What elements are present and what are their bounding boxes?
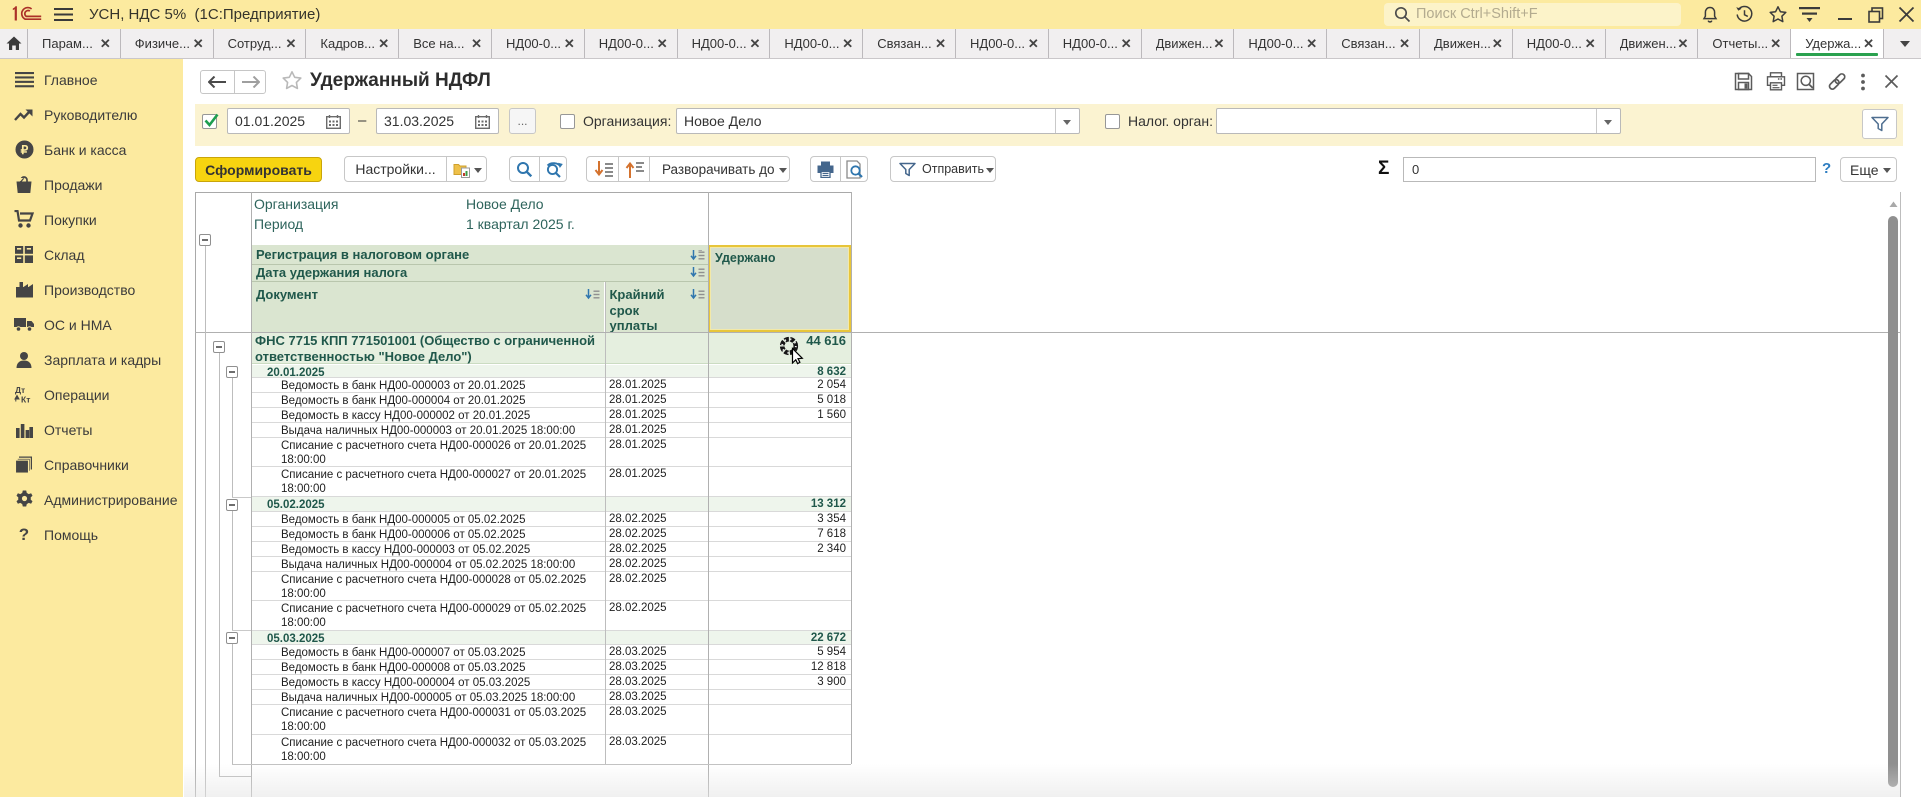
svg-text:₽: ₽ bbox=[20, 143, 28, 157]
svg-text:Дт: Дт bbox=[15, 385, 25, 395]
svg-text:Кт: Кт bbox=[21, 395, 30, 405]
